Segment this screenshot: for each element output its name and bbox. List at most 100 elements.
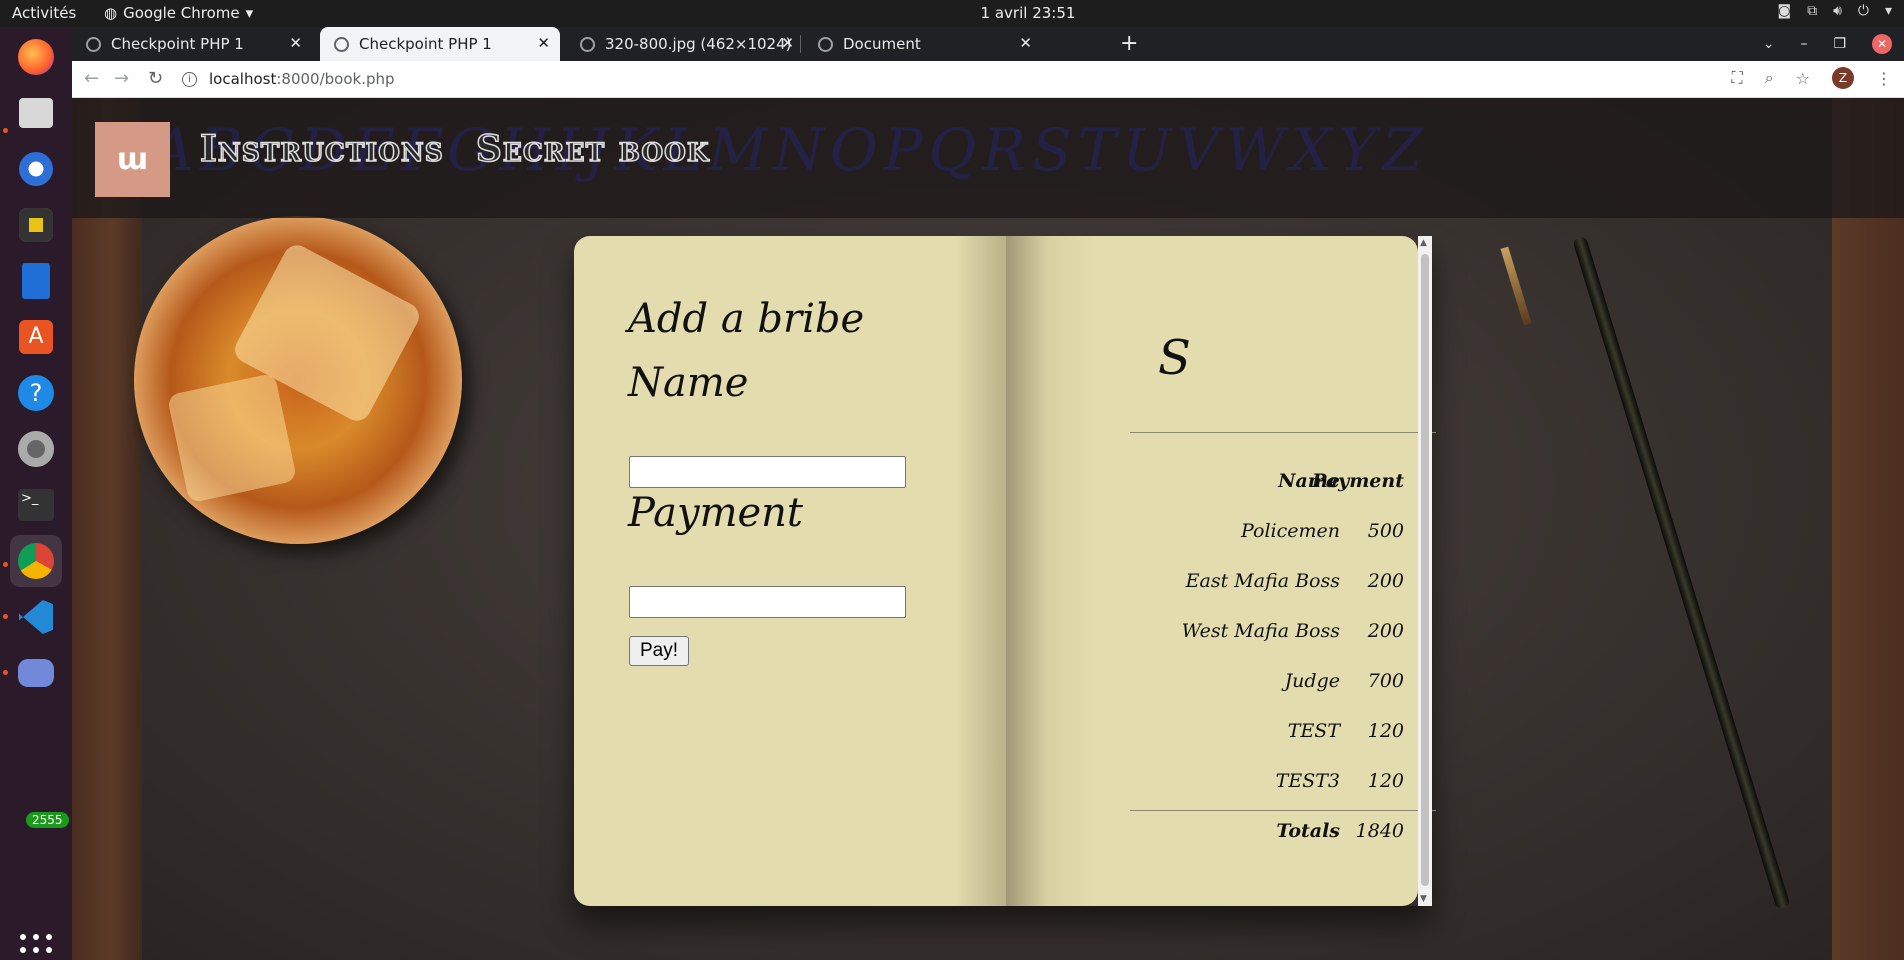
- forward-icon[interactable]: →: [114, 68, 129, 89]
- rhythmbox-icon[interactable]: [10, 199, 62, 251]
- firefox-icon[interactable]: [10, 31, 62, 83]
- system-top-bar: Activités ◍ Google Chrome ▾ 1 avril 23:5…: [0, 0, 1904, 27]
- scrollbar[interactable]: ▲ ▼: [1418, 236, 1432, 906]
- tab-separator: [800, 35, 801, 53]
- book-left-page: Add a bribe Name Payment Pay!: [574, 236, 1006, 906]
- name-label: Name: [628, 360, 749, 406]
- minimize-button[interactable]: –: [1800, 36, 1807, 52]
- tab-strip: Checkpoint PHP 1 ✕ Checkpoint PHP 1 ✕ 32…: [72, 27, 1904, 61]
- discord-tray-icon[interactable]: ◙: [1777, 3, 1791, 19]
- row-payment: 200: [1367, 570, 1404, 592]
- writer-icon[interactable]: [10, 255, 62, 307]
- row-name: Policemen: [1241, 520, 1340, 542]
- scroll-up-icon[interactable]: ▲: [1420, 238, 1427, 248]
- ledger-heading: S: [1158, 330, 1191, 386]
- close-icon[interactable]: ✕: [781, 34, 794, 52]
- tab-title: Checkpoint PHP 1: [359, 35, 492, 53]
- row-payment: 120: [1367, 770, 1404, 792]
- show-applications-icon[interactable]: [20, 934, 52, 960]
- tab-search-icon[interactable]: ⌄: [1763, 36, 1775, 52]
- close-icon[interactable]: ✕: [289, 34, 302, 52]
- window-controls: ⌄ – ❐ ✕: [1763, 27, 1904, 61]
- site-nav: Instructions Secret book: [199, 127, 710, 171]
- tab-title: 320-800.jpg (462×1024): [605, 35, 792, 53]
- total-value: 1840: [1355, 820, 1404, 842]
- toolbar-icons: ⛶ ⌕ ☆ Z ⋮: [1731, 67, 1892, 89]
- table-row: TEST3 120: [1130, 770, 1426, 806]
- back-icon[interactable]: ←: [84, 68, 99, 89]
- tab-checkpoint-1[interactable]: Checkpoint PHP 1 ✕: [72, 27, 312, 61]
- running-indicator: [3, 128, 8, 133]
- table-row: West Mafia Boss 200: [1130, 620, 1426, 656]
- globe-icon: [86, 36, 101, 52]
- close-icon[interactable]: ✕: [537, 34, 550, 52]
- row-payment: 500: [1367, 520, 1404, 542]
- system-tray[interactable]: ◙ ⧉ 🔊︎ ⏻ ▾: [1777, 3, 1892, 19]
- row-name: Judge: [1284, 670, 1340, 692]
- tab-title: Checkpoint PHP 1: [111, 35, 244, 53]
- files-icon[interactable]: [10, 87, 62, 139]
- software-icon[interactable]: A: [10, 311, 62, 363]
- thunderbird-icon[interactable]: [10, 143, 62, 195]
- close-icon[interactable]: ✕: [1019, 34, 1032, 52]
- name-input[interactable]: [629, 456, 906, 488]
- chrome-icon[interactable]: [10, 535, 62, 587]
- globe-icon: [334, 36, 349, 52]
- network-icon[interactable]: ⧉: [1807, 3, 1817, 19]
- close-window-button[interactable]: ✕: [1872, 34, 1892, 54]
- column-payment: Payment: [1312, 470, 1404, 492]
- row-payment: 700: [1367, 670, 1404, 692]
- reload-icon[interactable]: ↻: [148, 68, 163, 89]
- power-icon[interactable]: ⏻: [1858, 3, 1869, 19]
- url-path: :8000/book.php: [276, 70, 395, 88]
- vscode-icon[interactable]: [10, 591, 62, 643]
- table-row: TEST 120: [1130, 720, 1426, 756]
- url-host: localhost: [209, 70, 277, 88]
- clock[interactable]: 1 avril 23:51: [0, 4, 1904, 22]
- nav-secret-book[interactable]: Secret book: [475, 127, 710, 171]
- table-row: East Mafia Boss 200: [1130, 570, 1426, 606]
- tab-image[interactable]: 320-800.jpg (462×1024) ✕: [566, 27, 804, 61]
- zoom-icon[interactable]: ⌕: [1765, 68, 1774, 88]
- tab-title: Document: [843, 35, 921, 53]
- row-payment: 120: [1367, 720, 1404, 742]
- address-bar[interactable]: i localhost:8000/book.php: [182, 65, 1752, 93]
- payment-input[interactable]: [629, 586, 906, 618]
- payment-label: Payment: [628, 490, 803, 536]
- open-book: Add a bribe Name Payment Pay! S Name Pay…: [574, 236, 1436, 906]
- profile-avatar[interactable]: Z: [1832, 67, 1854, 89]
- terminal-icon[interactable]: >_: [10, 479, 62, 531]
- total-label: Totals: [1276, 820, 1340, 842]
- globe-icon: [818, 36, 833, 52]
- row-name: East Mafia Boss: [1185, 570, 1340, 592]
- row-name: TEST3: [1275, 770, 1340, 792]
- running-indicator: [3, 670, 8, 675]
- form-title: Add a bribe: [628, 296, 865, 342]
- ice-cube: [166, 372, 298, 504]
- nav-instructions[interactable]: Instructions: [199, 127, 444, 171]
- site-header: ABCDEFGHIJKLMNOPQRSTUVWXYZ ɯ Instruction…: [72, 98, 1904, 218]
- info-icon[interactable]: i: [182, 71, 197, 87]
- tab-document[interactable]: Document ✕: [804, 27, 1042, 61]
- settings-icon[interactable]: [10, 423, 62, 475]
- maximize-button[interactable]: ❐: [1833, 36, 1846, 52]
- running-indicator: [3, 614, 8, 619]
- bookmark-star-icon[interactable]: ☆: [1796, 69, 1810, 88]
- volume-icon[interactable]: 🔊︎: [1833, 3, 1842, 19]
- browser-toolbar: ← → ↻ i localhost:8000/book.php ⛶ ⌕ ☆ Z …: [72, 61, 1904, 98]
- discord-icon[interactable]: [10, 647, 62, 699]
- table-row: Judge 700: [1130, 670, 1426, 706]
- ledger-total-row: Totals 1840: [1130, 820, 1426, 856]
- tab-checkpoint-2[interactable]: Checkpoint PHP 1 ✕: [320, 27, 560, 61]
- translate-icon[interactable]: ⛶: [1731, 68, 1742, 88]
- pay-button[interactable]: Pay!: [629, 636, 690, 666]
- site-logo[interactable]: ɯ: [95, 122, 170, 197]
- scrollbar-thumb[interactable]: [1421, 254, 1429, 886]
- help-icon[interactable]: ?: [10, 367, 62, 419]
- divider: [1130, 432, 1436, 433]
- scroll-down-icon[interactable]: ▼: [1420, 894, 1427, 904]
- caret-down-icon[interactable]: ▾: [1885, 3, 1892, 19]
- new-tab-button[interactable]: +: [1120, 31, 1138, 56]
- menu-kebab-icon[interactable]: ⋮: [1876, 69, 1892, 88]
- notification-badge: 2555: [26, 812, 69, 828]
